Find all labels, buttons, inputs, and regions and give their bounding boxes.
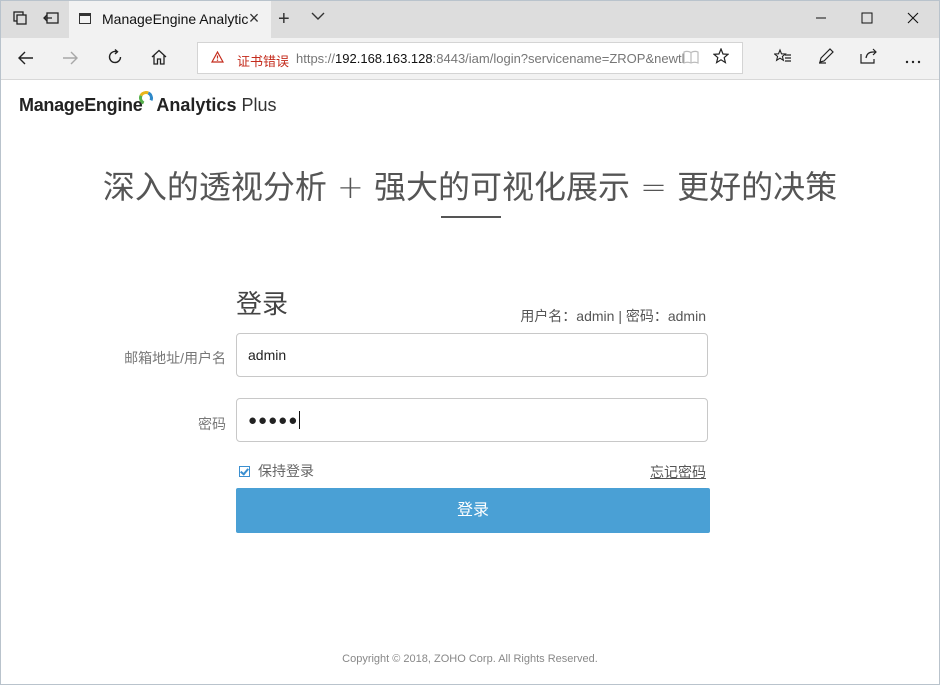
logo-brand: ManageEngine [19,95,143,115]
close-icon[interactable]: × [245,9,263,27]
tab-active[interactable]: ManageEngine Analytic × [69,1,271,38]
refresh-icon[interactable] [103,47,127,71]
window-tabs-icon[interactable] [10,10,30,30]
star-icon[interactable] [712,47,730,69]
address-bar[interactable]: 证书错误 https://192.168.163.128:8443/iam/lo… [197,42,743,74]
warning-triangle-icon[interactable] [210,50,225,66]
logo[interactable]: ManageEngine Analytics Plus [19,89,277,116]
minimize-icon[interactable] [798,1,844,38]
tab-bar: ManageEngine Analytic × + [1,1,939,38]
forgot-password-link[interactable]: 忘记密码 [650,462,706,482]
cert-error-label[interactable]: 证书错误 [237,51,289,70]
login-button[interactable]: 登录 [236,488,710,533]
email-field[interactable]: admin [236,333,708,377]
logo-suffix: Plus [241,95,277,115]
chevron-down-icon[interactable] [311,8,325,24]
address-toolbar: 证书错误 https://192.168.163.128:8443/iam/lo… [1,38,939,80]
window-close-icon[interactable] [890,1,936,38]
remember-label: 保持登录 [258,463,314,479]
divider [441,216,501,218]
url-host: 192.168.163.128 [335,51,433,66]
password-label: 密码 [198,416,226,432]
home-icon[interactable] [147,47,171,71]
reading-view-icon[interactable] [683,50,699,67]
set-aside-tabs-icon[interactable] [41,10,61,30]
checkbox-checked-icon[interactable] [239,466,250,477]
page-icon [79,13,91,24]
page-content: ManageEngine Analytics Plus 深入的透视分析 + 强大的… [2,80,938,684]
arrow-left-icon[interactable] [14,47,38,71]
copyright: Copyright © 2018, ZOHO Corp. All Rights … [342,653,598,665]
remember-me[interactable]: 保持登录 [239,461,314,481]
text-caret [299,411,301,429]
password-value: ●●●●● [248,412,299,429]
credentials-hint: 用户名：admin | 密码：admin [520,308,706,324]
tab-title: ManageEngine Analytic [102,11,249,27]
browser-window: ManageEngine Analytic × + 证书错误 https://1… [0,0,940,685]
url-text[interactable]: https://192.168.163.128:8443/iam/login?s… [296,51,684,66]
email-label: 邮箱地址/用户名 [124,350,226,366]
more-icon[interactable] [901,47,925,71]
password-field[interactable]: ●●●●● [236,398,708,442]
pen-icon[interactable] [814,47,838,71]
share-icon[interactable] [857,47,881,71]
url-path: :8443/iam/login?servicename=ZROP&newtl [432,51,685,66]
arrow-right-icon[interactable] [58,47,82,71]
url-protocol: https:// [296,51,336,66]
new-tab-button[interactable]: + [278,8,290,31]
favorites-hub-icon[interactable] [771,47,795,71]
login-title: 登录 [236,289,289,319]
maximize-icon[interactable] [844,1,890,38]
email-value: admin [248,347,287,363]
logo-product: Analytics [156,95,237,115]
hero-heading: 深入的透视分析 + 强大的可视化展示 = 更好的决策 [102,168,838,206]
